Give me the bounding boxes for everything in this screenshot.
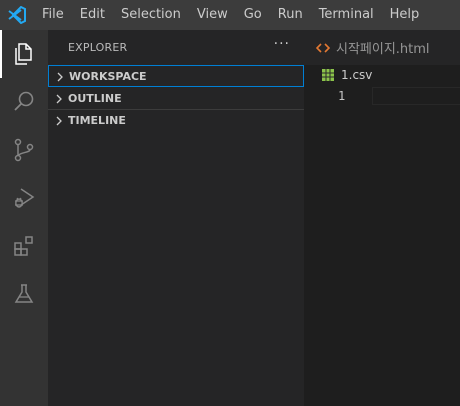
explorer-sidebar: EXPLORER ··· WORKSPACE OUTLINE TIMELINE [48, 30, 304, 406]
more-actions-button[interactable]: ··· [274, 36, 290, 52]
section-workspace[interactable]: WORKSPACE [48, 65, 304, 87]
chevron-right-icon [57, 72, 63, 82]
menu-run[interactable]: Run [270, 0, 311, 30]
breadcrumb: 1.csv [322, 68, 372, 82]
explorer-icon [15, 43, 32, 65]
search-icon [14, 91, 34, 111]
explorer-title: EXPLORER [68, 41, 128, 54]
extensions-icon [14, 236, 33, 256]
menu-view[interactable]: View [189, 0, 236, 30]
tab-label: 시작페이지.html [336, 42, 430, 57]
activity-testing[interactable] [0, 270, 48, 318]
tab-start-page[interactable]: 시작페이지.html [304, 30, 460, 65]
chevron-right-icon [56, 116, 62, 126]
activity-source-control[interactable] [0, 126, 48, 174]
activity-explorer[interactable] [0, 30, 48, 78]
section-outline[interactable]: OUTLINE [48, 88, 304, 110]
current-line-highlight[interactable] [372, 87, 460, 105]
section-label: OUTLINE [68, 92, 122, 105]
run-debug-icon [15, 188, 35, 208]
source-control-icon [14, 138, 34, 162]
breadcrumb-file[interactable]: 1.csv [341, 68, 372, 82]
vscode-logo-icon[interactable] [8, 6, 26, 24]
menu-help[interactable]: Help [382, 0, 428, 30]
menu-go[interactable]: Go [236, 0, 270, 30]
chevron-right-icon [56, 94, 62, 104]
csv-file-icon [322, 69, 334, 81]
menu-terminal[interactable]: Terminal [311, 0, 382, 30]
editor-area: 시작페이지.html 1.csv 1 [304, 30, 460, 406]
section-label: TIMELINE [68, 114, 126, 127]
activity-extensions[interactable] [0, 222, 48, 270]
menu-file[interactable]: File [34, 0, 72, 30]
menu-edit[interactable]: Edit [72, 0, 113, 30]
menu-bar: File Edit Selection View Go Run Terminal… [34, 0, 427, 30]
activity-bar [0, 30, 48, 406]
menu-selection[interactable]: Selection [113, 0, 189, 30]
html-file-icon [316, 42, 330, 53]
activity-search[interactable] [0, 78, 48, 126]
testing-icon [14, 284, 34, 303]
section-label: WORKSPACE [69, 70, 147, 83]
title-bar: File Edit Selection View Go Run Terminal… [0, 0, 460, 30]
line-number: 1 [338, 89, 346, 103]
explorer-header: EXPLORER ··· [48, 30, 304, 65]
tab-bar: 시작페이지.html [304, 30, 460, 65]
section-timeline[interactable]: TIMELINE [48, 109, 304, 131]
activity-run-debug[interactable] [0, 174, 48, 222]
